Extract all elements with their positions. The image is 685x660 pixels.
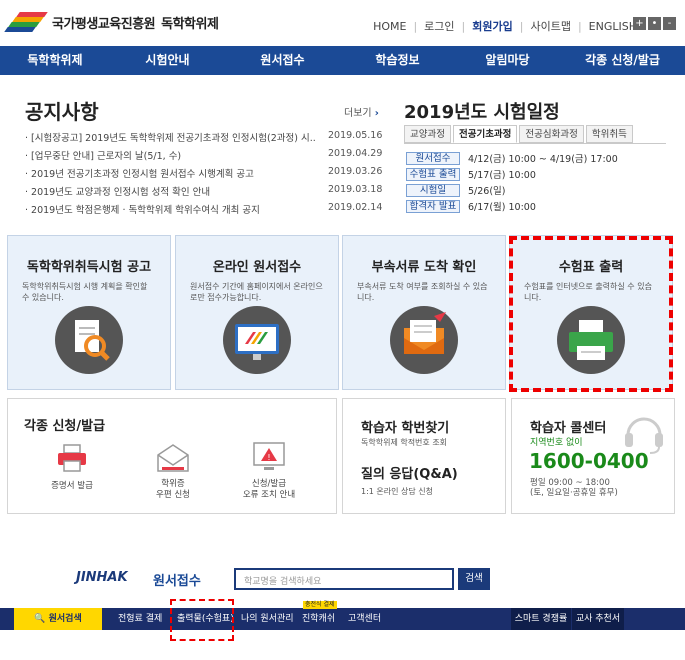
main-nav: 독학학위제 시험안내 원서접수 학습정보 알림마당 각종 신청/발급 bbox=[0, 46, 685, 75]
card-desc: 독학학위취득시험 시행 계획을 확인할 수 있습니다. bbox=[22, 282, 148, 302]
font-size-controls: + • - bbox=[631, 17, 676, 30]
tab-major-advanced[interactable]: 전공심화과정 bbox=[519, 125, 584, 143]
jinhak-menu-bar: 🔍 원서검색 전형료 결제 출력물(수험표) 나의 원서관리 진학캐쉬 고객센터… bbox=[0, 608, 685, 630]
certificate-printer-icon[interactable] bbox=[56, 443, 88, 476]
header: 국가평생교육진흥원 독학학위제 HOME | 로그인 | 회원가입 | 사이트맵 | E… bbox=[0, 0, 685, 46]
font-decrease-button[interactable]: - bbox=[663, 17, 676, 30]
nav-application[interactable]: 원서접수 bbox=[225, 46, 340, 75]
notice-item[interactable]: · 2019년도 학점은행제 · 독학학위제 학위수여식 개최 공지 2019.0… bbox=[25, 202, 382, 220]
card-title: 독학학위취득시험 공고 bbox=[26, 260, 152, 275]
notice-item[interactable]: · 2019년 전공기초과정 인정시험 원서접수 시행계획 공고 2019.03.… bbox=[25, 166, 382, 184]
signup-link[interactable]: 회원가입 bbox=[472, 18, 512, 34]
sitemap-link[interactable]: 사이트맵 bbox=[530, 18, 570, 34]
schedule-row: 시험일 5/26(일) bbox=[406, 182, 618, 198]
headset-icon bbox=[622, 409, 666, 458]
highlight-print-menu bbox=[170, 599, 234, 641]
menu-smart-competition[interactable]: 스마트 경쟁률 bbox=[511, 608, 571, 630]
nav-notice[interactable]: 알림마당 bbox=[455, 46, 560, 75]
rechargeable-badge: 충전식 결제 bbox=[303, 601, 337, 609]
jinhak-service-name: 원서접수 bbox=[153, 574, 201, 589]
org-name: 국가평생교육진흥원 bbox=[52, 16, 156, 32]
menu-customer-center[interactable]: 고객센터 bbox=[348, 608, 381, 630]
notice-item[interactable]: · [업무중단 안내] 근로자의 날(5/1, 수) 2019.04.29 bbox=[25, 148, 382, 166]
nav-study-info[interactable]: 학습정보 bbox=[340, 46, 455, 75]
menu-search-school[interactable]: 🔍 원서검색 bbox=[14, 608, 102, 630]
schedule-row: 원서접수 4/12(금) 10:00 ~ 4/19(금) 17:00 bbox=[406, 150, 618, 166]
nav-degree[interactable]: 독학학위제 bbox=[0, 46, 110, 75]
apply-item-certificate[interactable]: 증명서 발급 bbox=[32, 481, 112, 492]
site-name: 독학학위제 bbox=[161, 16, 219, 32]
tab-degree[interactable]: 학위취득 bbox=[585, 125, 633, 143]
schedule-rows: 원서접수 4/12(금) 10:00 ~ 4/19(금) 17:00 수험표 출력… bbox=[406, 150, 618, 214]
notice-item[interactable]: · 2019년도 교양과정 인정시험 성적 확인 안내 2019.03.18 bbox=[25, 184, 382, 202]
logo[interactable]: 국가평생교육진흥원 독학학위제 bbox=[4, 12, 219, 32]
font-increase-button[interactable]: + bbox=[633, 17, 646, 30]
menu-my-applications[interactable]: 나의 원서관리 bbox=[241, 608, 294, 630]
apply-box: 각종 신청/발급 증명서 발급 학위증 우편 신청 ! 신청/발급 오류 조치 … bbox=[7, 398, 337, 514]
notice-list: · [시험장공고] 2019년도 독학학위제 전공기초과정 인정시험(2과정) … bbox=[25, 130, 382, 220]
card-title: 온라인 원서접수 bbox=[212, 260, 302, 275]
jinhak-search-button[interactable]: 검색 bbox=[458, 568, 490, 590]
font-reset-button[interactable]: • bbox=[648, 17, 661, 30]
tab-liberal[interactable]: 교양과정 bbox=[404, 125, 451, 143]
student-box: 학습자 학번찾기 독학학위제 학적번호 조회 질의 응답(Q&A) 1:1 온라… bbox=[342, 398, 506, 514]
call-sub: 지역번호 없이 bbox=[530, 438, 583, 448]
qa-desc: 1:1 온라인 상담 신청 bbox=[361, 487, 434, 496]
schedule-divider bbox=[404, 143, 666, 144]
callcenter-box: 학습자 콜센터 지역번호 없이 1600-0400 평일 09:00 ~ 18:… bbox=[511, 398, 675, 514]
envelope-icon bbox=[390, 306, 458, 374]
menu-fee-payment[interactable]: 전형료 결제 bbox=[118, 608, 162, 630]
apply-item-error-guide[interactable]: 신청/발급 오류 조치 안내 bbox=[229, 479, 309, 501]
english-link[interactable]: ENGLISH bbox=[589, 20, 637, 33]
card-online-application[interactable]: 온라인 원서접수 원서접수 기간에 홈페이지에서 온라인으로만 접수가능합니다. bbox=[175, 235, 339, 390]
card-title: 부속서류 도착 확인 bbox=[371, 260, 477, 275]
nav-requests[interactable]: 각종 신청/발급 bbox=[560, 46, 685, 75]
qa-title[interactable]: 질의 응답(Q&A) bbox=[361, 463, 458, 482]
call-title: 학습자 콜센터 bbox=[530, 421, 607, 436]
document-search-icon bbox=[55, 306, 123, 374]
logo-mark-icon bbox=[4, 12, 48, 32]
envelope-mail-icon[interactable] bbox=[156, 443, 190, 476]
menu-jinhak-cash[interactable]: 진학캐쉬 bbox=[302, 608, 335, 630]
card-exam-notice[interactable]: 독학학위취득시험 공고 독학학위취득시험 시행 계획을 확인할 수 있습니다. bbox=[7, 235, 171, 390]
student-id-title[interactable]: 학습자 학번찾기 bbox=[361, 417, 449, 436]
menu-teacher-recommendation[interactable]: 교사 추천서 bbox=[572, 608, 624, 630]
svg-text:!: ! bbox=[267, 453, 270, 462]
jinhak-logo[interactable]: JINHAK bbox=[76, 570, 128, 585]
notice-item[interactable]: · [시험장공고] 2019년도 독학학위제 전공기초과정 인정시험(2과정) … bbox=[25, 130, 382, 148]
schedule-title: 2019년도 시험일정 bbox=[404, 102, 560, 123]
call-hours: 평일 09:00 ~ 18:00 (토, 일요일·공휴일 휴무) bbox=[530, 478, 618, 498]
home-link[interactable]: HOME bbox=[373, 20, 406, 33]
warning-monitor-icon[interactable]: ! bbox=[252, 441, 286, 476]
search-icon: 🔍 bbox=[34, 614, 46, 624]
card-desc: 부속서류 도착 여부를 조회하실 수 있습니다. bbox=[357, 282, 488, 302]
tab-major-basic[interactable]: 전공기초과정 bbox=[452, 125, 518, 143]
card-document-check[interactable]: 부속서류 도착 확인 부속서류 도착 여부를 조회하실 수 있습니다. bbox=[342, 235, 506, 390]
login-link[interactable]: 로그인 bbox=[424, 18, 454, 34]
apply-title: 각종 신청/발급 bbox=[24, 419, 106, 434]
notice-more-link[interactable]: 더보기 › bbox=[344, 104, 379, 119]
student-id-desc: 독학학위제 학적번호 조회 bbox=[361, 438, 448, 447]
card-desc: 원서접수 기간에 홈페이지에서 온라인으로만 접수가능합니다. bbox=[190, 282, 323, 302]
schedule-tabs: 교양과정 전공기초과정 전공심화과정 학위취득 bbox=[404, 125, 635, 143]
schedule-row: 합격자 발표 6/17(월) 10:00 bbox=[406, 198, 618, 214]
apply-item-diploma-mail[interactable]: 학위증 우편 신청 bbox=[133, 479, 213, 501]
util-nav: HOME | 로그인 | 회원가입 | 사이트맵 | ENGLISH bbox=[373, 18, 637, 34]
nav-exam-info[interactable]: 시험안내 bbox=[110, 46, 225, 75]
monitor-icon bbox=[223, 306, 291, 374]
schedule-row: 수험표 출력 5/17(금) 10:00 bbox=[406, 166, 618, 182]
jinhak-search-input[interactable]: 학교명을 검색하세요 bbox=[234, 568, 454, 590]
notice-title: 공지사항 bbox=[25, 100, 99, 124]
highlight-print-ticket bbox=[509, 236, 673, 392]
